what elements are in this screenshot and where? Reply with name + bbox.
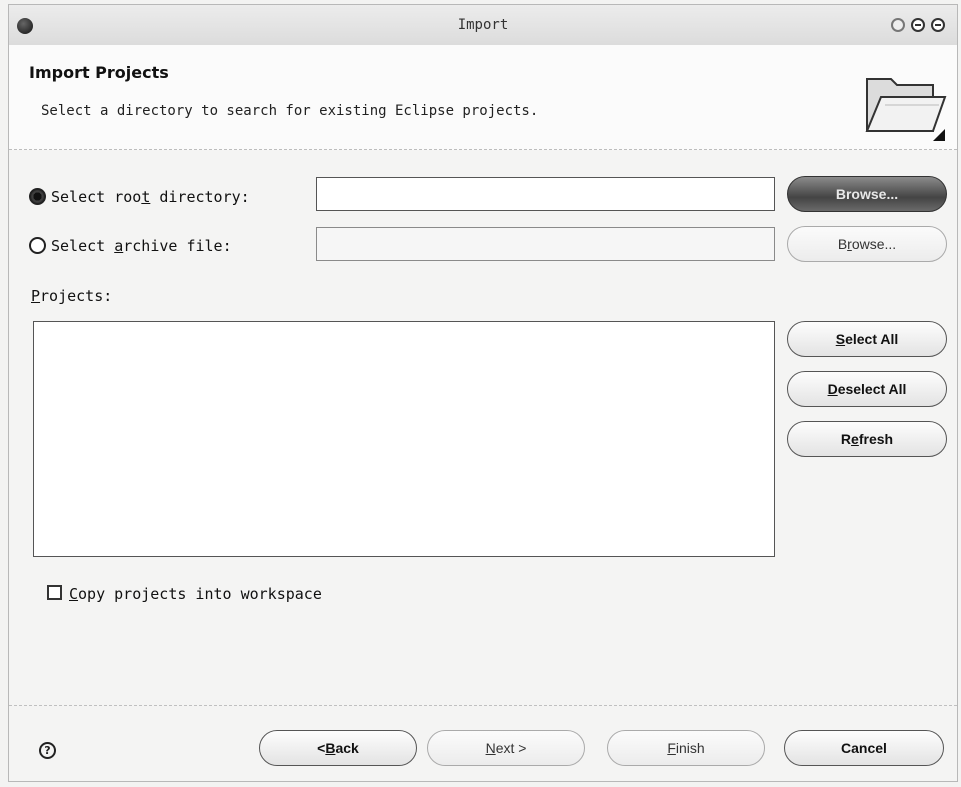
root-directory-label-rest: directory: xyxy=(150,188,250,206)
projects-label: Projects: xyxy=(31,287,112,305)
window-title: Import xyxy=(457,17,509,33)
archive-browse-label-rest: owse... xyxy=(851,236,897,252)
finish-mnemonic: F xyxy=(667,740,676,756)
footer-separator xyxy=(9,705,957,706)
next-mnemonic: N xyxy=(485,740,496,756)
next-button[interactable]: Next > xyxy=(427,730,585,766)
wizard-header: Import Projects Select a directory to se… xyxy=(9,45,957,150)
root-browse-button[interactable]: Browse... xyxy=(787,176,947,212)
folder-icon xyxy=(865,78,947,141)
minimize-icon[interactable] xyxy=(891,18,905,32)
copy-projects-label: Copy projects into workspace xyxy=(69,585,322,603)
page-title: Import Projects xyxy=(29,63,169,82)
cancel-button[interactable]: Cancel xyxy=(784,730,944,766)
title-bar: Import xyxy=(9,5,957,46)
page-description: Select a directory to search for existin… xyxy=(41,103,539,119)
projects-list[interactable] xyxy=(33,321,775,557)
finish-label: inish xyxy=(675,740,705,756)
copy-projects-checkbox[interactable] xyxy=(47,585,62,600)
back-label-rest: ack xyxy=(335,740,359,756)
root-directory-radio[interactable] xyxy=(29,188,46,205)
archive-file-label: Select archive file: xyxy=(51,237,232,255)
copy-projects-mnemonic: C xyxy=(69,585,79,603)
select-all-label: elect All xyxy=(845,331,899,347)
root-directory-label: Select root directory: xyxy=(51,188,250,206)
archive-file-label-rest: rchive file: xyxy=(123,237,232,255)
select-all-button[interactable]: Select All xyxy=(787,321,947,357)
deselect-all-button[interactable]: Deselect All xyxy=(787,371,947,407)
copy-projects-text: opy projects into workspace xyxy=(78,585,322,603)
back-label: < xyxy=(317,740,326,756)
deselect-all-mnemonic: D xyxy=(827,381,838,397)
close-icon[interactable] xyxy=(931,18,945,32)
root-directory-label-mnemonic: t xyxy=(141,188,151,206)
projects-label-text: rojects: xyxy=(40,287,113,305)
import-dialog: Import Import Projects Select a director… xyxy=(8,4,958,782)
back-button[interactable]: < Back xyxy=(259,730,417,766)
refresh-button[interactable]: Re fresh xyxy=(787,421,947,457)
back-mnemonic: B xyxy=(325,740,336,756)
next-label: ext > xyxy=(495,740,527,756)
projects-label-mnemonic: P xyxy=(31,287,41,305)
archive-browse-button[interactable]: Br owse... xyxy=(787,226,947,262)
root-directory-label-text: Select roo xyxy=(51,188,142,206)
deselect-all-label: eselect All xyxy=(837,381,907,397)
refresh-label-rest: fresh xyxy=(858,431,894,447)
root-directory-input[interactable] xyxy=(316,177,775,211)
archive-file-radio[interactable] xyxy=(29,237,46,254)
help-icon[interactable]: ? xyxy=(39,742,56,759)
refresh-mnemonic: e xyxy=(851,431,859,447)
archive-file-input[interactable] xyxy=(316,227,775,261)
archive-file-label-text: Select xyxy=(51,237,115,255)
archive-file-label-mnemonic: a xyxy=(114,237,124,255)
maximize-icon[interactable] xyxy=(911,18,925,32)
archive-browse-label: B xyxy=(837,236,848,252)
finish-button[interactable]: Finish xyxy=(607,730,765,766)
refresh-label: R xyxy=(840,431,852,447)
select-all-mnemonic: S xyxy=(835,331,846,347)
